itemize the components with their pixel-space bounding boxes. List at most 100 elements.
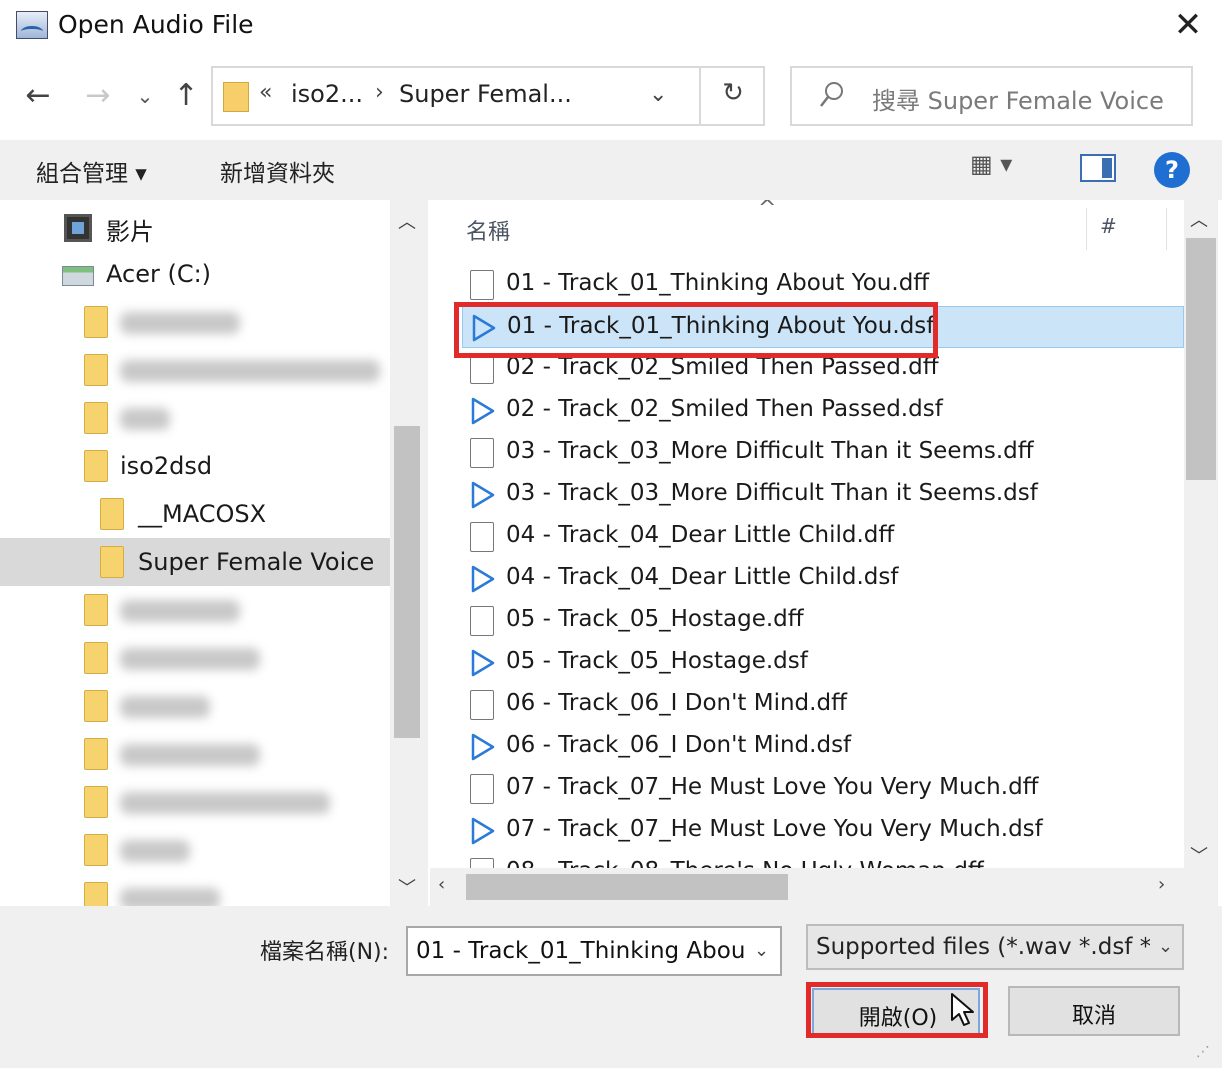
tree-item-macosx[interactable]: __MACOSX — [0, 490, 390, 538]
mouse-cursor-icon — [951, 993, 974, 1026]
tree-item-folder[interactable] — [0, 730, 390, 778]
chevron-right-icon[interactable]: › — [375, 80, 384, 105]
document-file-icon — [470, 774, 494, 804]
file-row[interactable]: 05 - Track_05_Hostage.dff — [462, 600, 1184, 642]
refresh-button[interactable]: ↻ — [713, 78, 753, 114]
tree-item-folder[interactable] — [0, 874, 390, 906]
file-row[interactable]: 06 - Track_06_I Don't Mind.dsf — [462, 726, 1184, 768]
filename-input[interactable]: 01 - Track_01_Thinking About ⌄ — [406, 926, 782, 976]
scrollbar-thumb[interactable] — [394, 426, 420, 738]
blurred-label — [120, 888, 220, 906]
filename-value[interactable]: 01 - Track_01_Thinking About — [416, 938, 746, 964]
resize-grip-icon[interactable]: ⋰ — [1196, 1044, 1216, 1064]
file-name: 04 - Track_04_Dear Little Child.dff — [506, 522, 895, 548]
tree-item-folder[interactable] — [0, 346, 390, 394]
sort-ascending-icon: ^ — [758, 200, 777, 221]
chevron-up-icon[interactable]: ︿ — [398, 208, 416, 234]
tree-item-label: Acer (C:) — [106, 260, 212, 288]
file-type-select[interactable]: Supported files (*.wav *.dsf *. ⌄ — [806, 924, 1184, 970]
organize-button[interactable]: 組合管理 ▾ — [36, 154, 147, 188]
file-row[interactable]: 08 - Track_08_There's No Ugly Woman.dff — [462, 852, 1184, 868]
search-input[interactable]: 搜尋 Super Female Voice — [790, 66, 1193, 126]
back-button[interactable]: ← — [18, 76, 58, 116]
new-folder-button[interactable]: 新增資料夾 — [220, 154, 335, 188]
blurred-label — [120, 840, 190, 862]
tree-item-folder[interactable] — [0, 586, 390, 634]
file-list-vertical-scrollbar[interactable]: ︿ ﹀ — [1184, 200, 1218, 868]
tree-item-folder[interactable] — [0, 778, 390, 826]
cancel-button[interactable]: 取消 — [1008, 986, 1180, 1036]
file-list[interactable]: ^ 名稱 # 01 - Track_01_Thinking About You.… — [430, 200, 1184, 868]
breadcrumb-overflow-button[interactable]: « — [259, 80, 272, 105]
scrollbar-thumb[interactable] — [1186, 238, 1216, 480]
file-type-value: Supported files (*.wav *.dsf *. — [816, 934, 1150, 960]
folder-icon — [84, 834, 108, 866]
file-row[interactable]: 02 - Track_02_Smiled Then Passed.dsf — [462, 390, 1184, 432]
folder-icon — [84, 594, 108, 626]
chevron-up-icon[interactable]: ︿ — [1190, 206, 1208, 232]
document-file-icon — [470, 606, 494, 636]
up-button[interactable]: ↑ — [166, 76, 206, 116]
folder-icon — [84, 882, 108, 906]
window-title: Open Audio File — [58, 10, 254, 39]
toolbar: 組合管理 ▾ 新增資料夾 ▦ ▾ ? — [0, 140, 1222, 200]
scrollbar-thumb[interactable] — [466, 874, 788, 900]
file-row[interactable]: 06 - Track_06_I Don't Mind.dff — [462, 684, 1184, 726]
folder-icon — [84, 402, 108, 434]
forward-button[interactable]: → — [78, 76, 118, 116]
folder-icon — [84, 642, 108, 674]
tree-item-folder[interactable] — [0, 394, 390, 442]
chevron-right-icon[interactable]: › — [1158, 874, 1165, 895]
chevron-down-icon[interactable]: ⌄ — [754, 940, 769, 961]
tree-item-folder[interactable] — [0, 826, 390, 874]
chevron-left-icon[interactable]: ‹ — [438, 874, 445, 895]
tree-item-folder[interactable] — [0, 298, 390, 346]
blurred-label — [120, 648, 260, 670]
file-row[interactable]: 07 - Track_07_He Must Love You Very Much… — [462, 810, 1184, 852]
file-list-horizontal-scrollbar[interactable]: ‹ › — [430, 868, 1184, 906]
chevron-down-icon[interactable]: ﹀ — [1190, 842, 1208, 868]
tree-item-videos[interactable]: 影片 — [0, 202, 390, 250]
file-row[interactable]: 04 - Track_04_Dear Little Child.dsf — [462, 558, 1184, 600]
preview-pane-icon[interactable] — [1080, 154, 1116, 182]
column-header-number[interactable]: # — [1100, 214, 1117, 238]
audio-file-icon — [471, 817, 495, 845]
column-divider[interactable] — [1166, 208, 1167, 250]
file-row[interactable]: 07 - Track_07_He Must Love You Very Much… — [462, 768, 1184, 810]
folder-icon — [100, 498, 124, 530]
help-button[interactable]: ? — [1154, 152, 1190, 188]
close-button[interactable]: ✕ — [1160, 4, 1216, 48]
file-name: 01 - Track_01_Thinking About You.dff — [506, 270, 930, 296]
breadcrumb-item[interactable]: Super Femal... — [399, 80, 572, 108]
chevron-down-icon[interactable]: ⌄ — [1158, 936, 1173, 957]
file-name: 06 - Track_06_I Don't Mind.dff — [506, 690, 847, 716]
audio-file-icon — [471, 397, 495, 425]
chevron-down-icon[interactable]: ⌄ — [649, 82, 667, 107]
scrollbar-corner — [1184, 868, 1218, 906]
file-row[interactable]: 04 - Track_04_Dear Little Child.dff — [462, 516, 1184, 558]
tree-item-drive[interactable]: Acer (C:) — [0, 250, 390, 298]
tree-item-super-female-voice[interactable]: Super Female Voice — [0, 538, 390, 586]
file-row[interactable]: 03 - Track_03_More Difficult Than it See… — [462, 432, 1184, 474]
file-row[interactable]: 01 - Track_01_Thinking About You.dff — [462, 264, 1184, 306]
file-row[interactable]: 03 - Track_03_More Difficult Than it See… — [462, 474, 1184, 516]
navigation-pane[interactable]: 影片 Acer (C:) iso2dsd __MACOSX Super Fema… — [0, 200, 428, 906]
view-options-button[interactable]: ▦ ▾ — [970, 150, 1046, 190]
recent-locations-button[interactable]: ⌄ — [132, 76, 158, 116]
file-row[interactable]: 05 - Track_05_Hostage.dsf — [462, 642, 1184, 684]
folder-icon — [84, 354, 108, 386]
breadcrumb-item[interactable]: iso2... — [291, 80, 363, 108]
folder-icon — [100, 546, 124, 578]
chevron-down-icon[interactable]: ﹀ — [398, 874, 416, 900]
column-header-name[interactable]: 名稱 — [466, 214, 510, 246]
column-divider[interactable] — [1086, 208, 1087, 250]
document-file-icon — [470, 858, 494, 868]
navigation-scrollbar[interactable]: ︿ ﹀ — [390, 200, 428, 906]
blurred-label — [120, 600, 240, 622]
address-bar[interactable]: « iso2... › Super Femal... ⌄ ↻ — [211, 66, 765, 126]
tree-item-iso2dsd[interactable]: iso2dsd — [0, 442, 390, 490]
tree-item-folder[interactable] — [0, 634, 390, 682]
bottom-pane: 檔案名稱(N): 01 - Track_01_Thinking About ⌄ … — [0, 906, 1222, 1068]
blurred-label — [120, 360, 380, 382]
tree-item-folder[interactable] — [0, 682, 390, 730]
